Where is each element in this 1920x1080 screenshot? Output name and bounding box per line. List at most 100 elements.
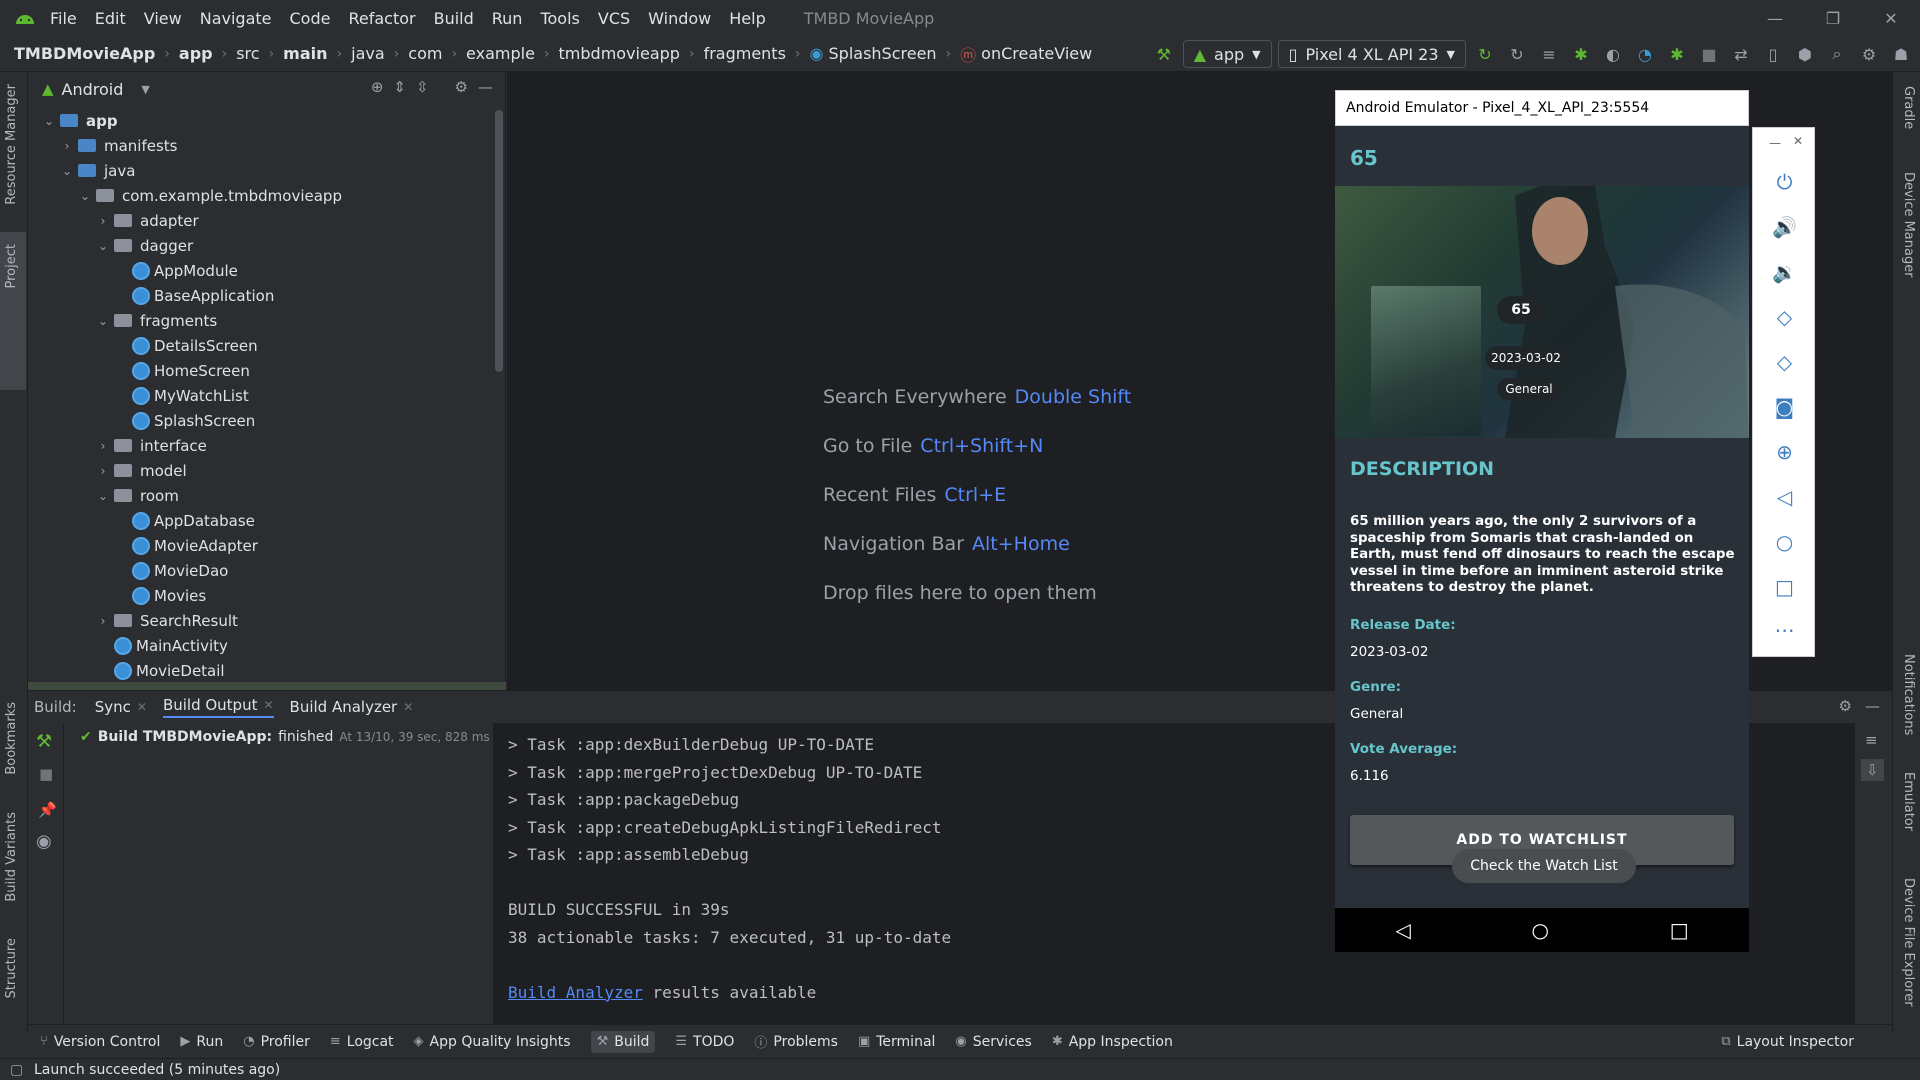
tree-item[interactable]: ⌄ app	[28, 108, 498, 133]
apply-changes-icon[interactable]: ↻	[1504, 41, 1530, 67]
project-tab[interactable]: Project	[4, 244, 19, 288]
volume-up-icon[interactable]: 🔊	[1753, 215, 1816, 239]
chevron-down-icon[interactable]: ⌄	[92, 239, 114, 253]
build-hammer-icon[interactable]: ⚒	[1151, 41, 1177, 67]
stop-icon[interactable]: ■	[1696, 41, 1722, 67]
tool-layout-inspector[interactable]: ⧉ Layout Inspector	[1721, 1034, 1854, 1050]
locate-icon[interactable]: ⊕	[371, 78, 384, 96]
tree-item[interactable]: AppModule	[28, 258, 498, 283]
breadcrumb-item[interactable]: ◉ SplashScreen	[810, 44, 937, 63]
breadcrumb-item[interactable]: tmbdmovieapp	[559, 44, 680, 63]
volume-down-icon[interactable]: 🔉	[1753, 260, 1816, 284]
tool-services[interactable]: ◉ Services	[955, 1034, 1031, 1050]
tree-item[interactable]: ⌄ fragments	[28, 308, 498, 333]
menu-edit[interactable]: Edit	[95, 9, 126, 28]
tool-build[interactable]: ⚒ Build	[590, 1030, 656, 1053]
back-icon[interactable]: ◁	[1753, 485, 1816, 509]
tree-item[interactable]: DetailsScreen	[28, 333, 498, 358]
expand-all-icon[interactable]: ⇕	[393, 78, 406, 96]
home-icon[interactable]: ○	[1753, 530, 1816, 554]
sdk-manager-icon[interactable]: ⬢	[1792, 41, 1818, 67]
menu-vcs[interactable]: VCS	[598, 9, 630, 28]
tree-item[interactable]: ⌄ dagger	[28, 233, 498, 258]
search-icon[interactable]: ⌕	[1824, 41, 1850, 67]
chevron-right-icon[interactable]: ›	[92, 614, 114, 628]
tree-item[interactable]: MovieDao	[28, 558, 498, 583]
home-icon[interactable]: ○	[1532, 918, 1549, 942]
breadcrumb-item[interactable]: main	[283, 44, 327, 63]
chevron-down-icon[interactable]: ⌄	[56, 164, 78, 178]
tree-item[interactable]: MainActivity	[28, 633, 498, 658]
breadcrumb-item[interactable]: com	[408, 44, 442, 63]
collapse-all-icon[interactable]: ⇳	[416, 78, 429, 96]
tree-item[interactable]: MyWatchList	[28, 383, 498, 408]
tree-item[interactable]: HomeScreen	[28, 358, 498, 383]
build-variants-tab[interactable]: Build Variants	[4, 812, 19, 902]
tab-build-analyzer[interactable]: Build Analyzer ✕	[290, 698, 414, 716]
tool-logcat[interactable]: ≡ Logcat	[330, 1034, 394, 1050]
tree-item[interactable]: › interface	[28, 433, 498, 458]
tree-item[interactable]: SplashScreen	[28, 408, 498, 433]
minimize-icon[interactable]: —	[1769, 136, 1781, 150]
stop-icon[interactable]: ■	[39, 765, 53, 783]
chevron-down-icon[interactable]: ⌄	[38, 114, 60, 128]
hide-icon[interactable]: —	[1865, 697, 1880, 715]
gear-icon[interactable]: ⚙	[1839, 697, 1852, 715]
structure-tab[interactable]: Structure	[4, 938, 19, 998]
breadcrumb-item[interactable]: TMBDMovieApp	[14, 44, 155, 63]
device-manager-tab[interactable]: Device Manager	[1901, 172, 1916, 278]
breadcrumb-item[interactable]: ⓜ onCreateView	[960, 42, 1092, 66]
close-icon[interactable]: ✕	[263, 698, 273, 712]
chevron-right-icon[interactable]: ›	[56, 139, 78, 153]
close-icon[interactable]: ✕	[1793, 134, 1803, 148]
breadcrumb-item[interactable]: app	[179, 44, 213, 63]
eye-icon[interactable]: ◉	[36, 831, 52, 852]
tool-profiler[interactable]: ◔ Profiler	[243, 1034, 310, 1050]
device-dropdown[interactable]: ▯ Pixel 4 XL API 23 ▼	[1277, 40, 1466, 68]
coverage-icon[interactable]: ◐	[1600, 41, 1626, 67]
menu-help[interactable]: Help	[729, 9, 765, 28]
tree-item[interactable]: AppDatabase	[28, 508, 498, 533]
rotate-right-icon[interactable]: ◇	[1753, 350, 1816, 374]
tree-item[interactable]: ⌄ room	[28, 483, 498, 508]
back-icon[interactable]: ◁	[1395, 918, 1410, 942]
tool-problems[interactable]: ⓘ Problems	[754, 1032, 838, 1052]
tree-item[interactable]: ⌄ com.example.tmbdmovieapp	[28, 183, 498, 208]
tree-item[interactable]: › manifests	[28, 133, 498, 158]
gear-icon[interactable]: ⚙	[1856, 41, 1882, 67]
debug-icon[interactable]: ✱	[1568, 41, 1594, 67]
build-hammer-icon[interactable]: ⚒	[36, 731, 52, 752]
project-view-selector[interactable]: Android	[62, 80, 124, 99]
tree-item[interactable]: MovieAdapter	[28, 533, 498, 558]
menu-refactor[interactable]: Refactor	[348, 9, 415, 28]
tab-sync[interactable]: Sync ✕	[95, 698, 147, 716]
soft-wrap-icon[interactable]: ≡	[1865, 731, 1878, 749]
tree-item[interactable]: › SearchResult	[28, 608, 498, 633]
zoom-icon[interactable]: ⊕	[1753, 440, 1816, 464]
emulator-tab[interactable]: Emulator	[1901, 772, 1916, 831]
close-icon[interactable]: ✕	[403, 700, 413, 714]
close-icon[interactable]: ✕	[137, 700, 147, 714]
tool-version-control[interactable]: ⑂ Version Control	[40, 1034, 160, 1050]
sync-gradle-icon[interactable]: ⇄	[1728, 41, 1754, 67]
menu-navigate[interactable]: Navigate	[200, 9, 272, 28]
account-icon[interactable]: ☗	[1888, 41, 1914, 67]
menu-build[interactable]: Build	[434, 9, 474, 28]
profiler-icon[interactable]: ◔	[1632, 41, 1658, 67]
more-icon[interactable]: ⋯	[1753, 618, 1816, 642]
camera-icon[interactable]: ◙	[1753, 395, 1816, 419]
power-icon[interactable]: ⏻	[1753, 170, 1816, 194]
menu-run[interactable]: Run	[492, 9, 523, 28]
tree-item[interactable]: › adapter	[28, 208, 498, 233]
chevron-down-icon[interactable]: ⌄	[74, 189, 96, 203]
restore-button[interactable]: ❐	[1804, 0, 1862, 36]
menu-code[interactable]: Code	[290, 9, 331, 28]
scroll-to-end-icon[interactable]: ⇩	[1861, 759, 1884, 781]
tool-app-inspection[interactable]: ✱ App Inspection	[1052, 1034, 1173, 1050]
device-manager-icon[interactable]: ▯	[1760, 41, 1786, 67]
apply-code-changes-icon[interactable]: ≡	[1536, 41, 1562, 67]
pin-icon[interactable]: 📌	[38, 801, 57, 819]
tool-app-quality-insights[interactable]: ◈ App Quality Insights	[414, 1034, 571, 1050]
emulator-title-bar[interactable]: Android Emulator - Pixel_4_XL_API_23:555…	[1335, 90, 1749, 126]
breadcrumb-item[interactable]: fragments	[704, 44, 786, 63]
